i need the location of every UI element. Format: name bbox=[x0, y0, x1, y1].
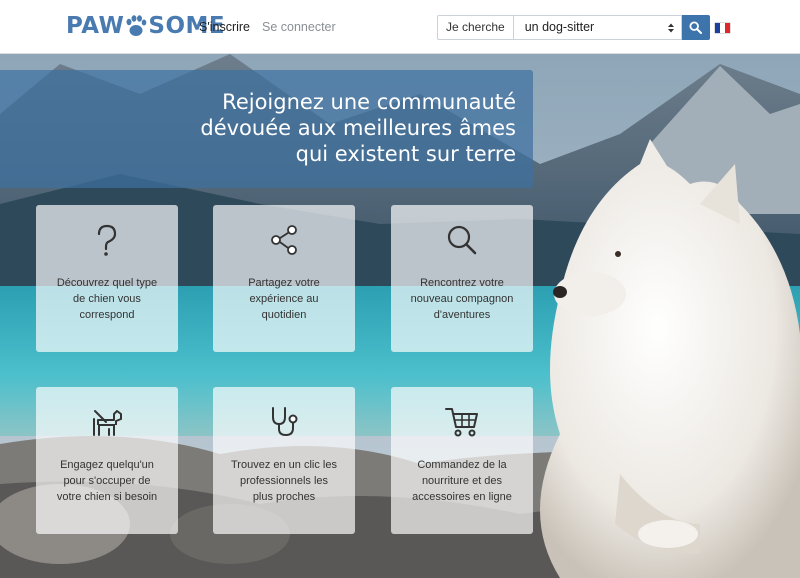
feature-text: Engagez quelqu'un pour s'occuper de votre … bbox=[56, 459, 158, 503]
top-navbar: PAW SOME S'inscrire Se connecter Je cher… bbox=[0, 0, 800, 54]
feature-card-shop[interactable]: Commandez de la nourriture et des accessoi… bbox=[391, 387, 533, 534]
dog-walker-icon bbox=[36, 405, 178, 439]
search-button[interactable] bbox=[681, 15, 710, 40]
shopping-cart-icon bbox=[391, 405, 533, 439]
hero-title-box: Rejoignez une communauté dévouée aux mei… bbox=[0, 70, 533, 188]
search-icon bbox=[391, 223, 533, 257]
login-link[interactable]: Se connecter bbox=[262, 20, 336, 34]
signup-link[interactable]: S'inscrire bbox=[199, 20, 250, 34]
hero-title-line: Rejoignez une communauté bbox=[222, 90, 516, 114]
search-label: Je cherche bbox=[437, 15, 513, 40]
paw-icon bbox=[125, 14, 147, 38]
logo-text-part1: PAW bbox=[66, 13, 125, 39]
select-caret-icon bbox=[667, 23, 674, 33]
question-icon bbox=[36, 223, 178, 257]
hero-title-line: qui existent sur terre bbox=[295, 142, 516, 166]
feature-card-meet[interactable]: Rencontrez votre nouveau compagnon d'avent… bbox=[391, 205, 533, 352]
feature-card-sitter[interactable]: Engagez quelqu'un pour s'occuper de votre … bbox=[36, 387, 178, 534]
hero-title-line: dévouée aux meilleures âmes bbox=[200, 116, 516, 140]
service-select-value: un dog-sitter bbox=[524, 20, 595, 34]
feature-text: Partagez votre expérience au quotidien bbox=[248, 277, 320, 321]
auth-nav: S'inscrire Se connecter bbox=[199, 20, 336, 34]
feature-text: Commandez de la nourriture et des accessoi… bbox=[412, 459, 512, 503]
service-select[interactable]: un dog-sitter bbox=[512, 15, 682, 40]
share-icon bbox=[213, 223, 355, 257]
search-icon bbox=[689, 21, 703, 34]
search-bar: Je cherche un dog-sitter bbox=[437, 15, 710, 40]
feature-text: Trouvez en un clic les professionnels les… bbox=[231, 459, 337, 503]
hero-title: Rejoignez une communauté dévouée aux mei… bbox=[200, 89, 516, 167]
feature-text: Découvrez quel type de chien vous correspo… bbox=[56, 277, 158, 321]
feature-card-share[interactable]: Partagez votre expérience au quotidien bbox=[213, 205, 355, 352]
french-flag-icon[interactable] bbox=[715, 23, 730, 33]
feature-card-dog-type[interactable]: Découvrez quel type de chien vous correspo… bbox=[36, 205, 178, 352]
feature-card-professionals[interactable]: Trouvez en un clic les professionnels les… bbox=[213, 387, 355, 534]
feature-text: Rencontrez votre nouveau compagnon d'avent… bbox=[410, 277, 514, 321]
stethoscope-icon bbox=[213, 405, 355, 439]
